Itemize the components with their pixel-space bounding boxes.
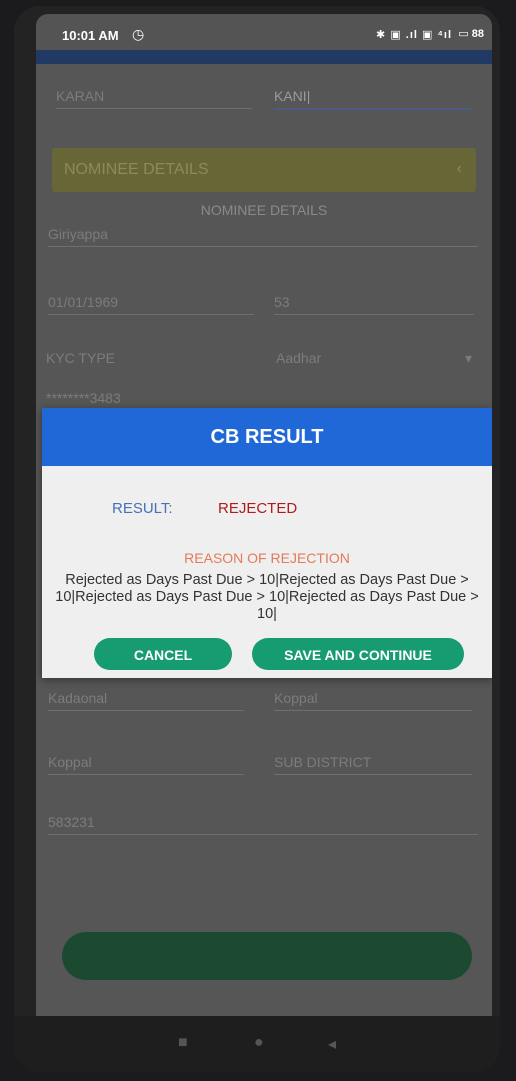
kyc-number-value: ********3483	[46, 390, 121, 406]
last-name-field[interactable]: KANI|	[274, 88, 472, 110]
nominee-details-accordion[interactable]: NOMINEE DETAILS ‹	[52, 148, 476, 192]
nominee-name-field[interactable]: Giriyappa	[48, 226, 478, 247]
sub-district-placeholder: SUB DISTRICT	[274, 754, 372, 770]
battery-icon: ▭ 88	[458, 28, 484, 40]
signal-icons: ✱ ▣ .ıl ▣ ⁴ıl	[376, 29, 452, 41]
kyc-type-label: KYC TYPE	[46, 350, 246, 370]
cb-result-dialog: CB RESULT RESULT: REJECTED REASON OF REJ…	[42, 408, 492, 678]
age-value: 53	[274, 294, 290, 310]
nominee-name-value: Giriyappa	[48, 226, 108, 242]
back-icon[interactable]: ◂	[328, 1034, 336, 1054]
dialog-title: CB RESULT	[42, 408, 492, 466]
reason-title: REASON OF REJECTION	[184, 550, 350, 566]
recents-icon[interactable]: ■	[178, 1034, 188, 1052]
nav-bar: ■ ● ◂	[14, 1016, 500, 1072]
result-value: REJECTED	[218, 500, 298, 517]
kyc-type-text: KYC TYPE	[46, 350, 115, 366]
last-name-value: KANI	[274, 88, 307, 104]
reason-text: Rejected as Days Past Due > 10|Rejected …	[55, 572, 479, 622]
battery-level: 88	[471, 28, 484, 40]
pincode-field[interactable]: 583231	[48, 814, 478, 835]
dob-field[interactable]: 01/01/1969	[48, 294, 254, 315]
kyc-type-value: Aadhar	[276, 350, 322, 366]
submit-button[interactable]	[62, 932, 472, 980]
phone-frame: 10:01 AM ◷ ✱ ▣ .ıl ▣ ⁴ıl ▭ 88 KARAN KANI…	[14, 6, 500, 1072]
kyc-type-select[interactable]: Aadhar ▾	[276, 350, 476, 370]
kyc-number-field[interactable]: ********3483	[46, 390, 246, 410]
taluk-field[interactable]: Koppal	[48, 754, 244, 775]
alarm-icon: ◷	[132, 26, 145, 42]
age-field[interactable]: 53	[274, 294, 474, 315]
status-bar: 10:01 AM ◷ ✱ ▣ .ıl ▣ ⁴ıl ▭ 88	[36, 14, 492, 54]
chevron-left-icon: ‹	[456, 160, 462, 177]
district-field[interactable]: Koppal	[274, 690, 472, 711]
home-icon[interactable]: ●	[254, 1034, 264, 1052]
nominee-subtitle: NOMINEE DETAILS	[200, 202, 328, 218]
result-label: RESULT:	[112, 500, 173, 517]
nominee-header-label: NOMINEE DETAILS	[64, 161, 209, 178]
app-bar	[36, 50, 492, 64]
screen: 10:01 AM ◷ ✱ ▣ .ıl ▣ ⁴ıl ▭ 88 KARAN KANI…	[36, 14, 492, 1016]
district-value: Koppal	[274, 690, 318, 706]
taluk-value: Koppal	[48, 754, 92, 770]
save-and-continue-button[interactable]: SAVE AND CONTINUE	[252, 638, 464, 670]
dob-value: 01/01/1969	[48, 294, 119, 310]
status-time: 10:01 AM	[62, 28, 119, 43]
village-field[interactable]: Kadaonal	[48, 690, 244, 711]
first-name-value: KARAN	[56, 88, 105, 104]
first-name-field[interactable]: KARAN	[56, 88, 252, 109]
pincode-value: 583231	[48, 814, 95, 830]
cancel-button[interactable]: CANCEL	[94, 638, 232, 670]
dropdown-arrow-icon: ▾	[464, 350, 472, 366]
sub-district-field[interactable]: SUB DISTRICT	[274, 754, 472, 775]
village-value: Kadaonal	[48, 690, 108, 706]
